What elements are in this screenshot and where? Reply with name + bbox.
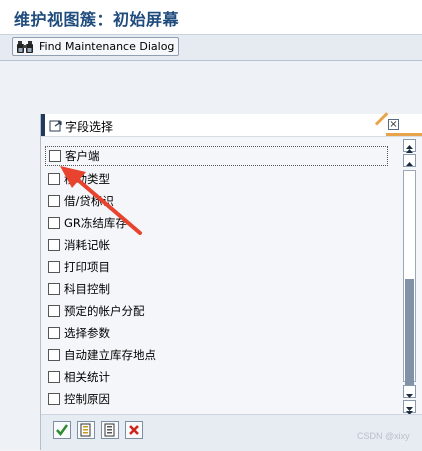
- scroll-up-icon[interactable]: [403, 154, 416, 167]
- list-item[interactable]: 客户端: [45, 146, 388, 166]
- list-item-label: 客户端: [65, 149, 100, 163]
- deselect-all-icon: [102, 423, 118, 442]
- list-item-label: 打印项目: [64, 260, 110, 274]
- list-item-label: 相关统计: [64, 370, 110, 384]
- scroll-track[interactable]: [403, 170, 416, 395]
- list-item[interactable]: GR冻结库存: [45, 212, 390, 234]
- list-item[interactable]: 控制原因: [45, 388, 390, 410]
- list-item-label: 科目控制: [64, 282, 110, 296]
- header-accent: [41, 114, 45, 136]
- list-item-label: 预定的帐户分配: [64, 304, 145, 318]
- checkbox[interactable]: [48, 393, 60, 405]
- list-item[interactable]: 预定的帐户分配: [45, 300, 390, 322]
- vertical-scrollbar[interactable]: [403, 154, 418, 415]
- scroll-page-down-icon[interactable]: [403, 400, 416, 415]
- scroll-thumb[interactable]: [405, 279, 414, 395]
- list-item[interactable]: 科目控制: [45, 278, 390, 300]
- header-accent-line: [386, 133, 422, 136]
- dialog-window-icon: [49, 118, 63, 132]
- checkbox[interactable]: [48, 261, 60, 273]
- list-item-label: 自动建立库存地点: [64, 348, 156, 362]
- find-maintenance-dialog-label: Find Maintenance Dialog: [39, 40, 175, 53]
- checkbox[interactable]: [48, 371, 60, 383]
- header-accent-diagonal: [374, 112, 389, 126]
- watermark: CSDN @xixy: [357, 431, 410, 441]
- confirm-icon: [54, 423, 70, 442]
- list-item-label: GR冻结库存: [64, 216, 127, 230]
- application-toolbar: Find Maintenance Dialog: [0, 35, 422, 61]
- list-item-label: 控制原因: [64, 392, 110, 406]
- list-item[interactable]: 借/贷标识: [45, 190, 390, 212]
- confirm-button[interactable]: [53, 421, 71, 439]
- list-item[interactable]: 相关统计: [45, 366, 390, 388]
- checkbox[interactable]: [48, 195, 60, 207]
- checkbox[interactable]: [49, 150, 61, 162]
- field-selection-dialog: 字段选择 × 客户端 移动类型 借/贷标识 GR冻结库存 消耗记帐 打印项目 科…: [40, 112, 422, 451]
- deselect-all-button[interactable]: [101, 421, 119, 439]
- list-item[interactable]: 移动类型: [45, 168, 390, 190]
- cancel-button[interactable]: [125, 421, 143, 439]
- checkbox[interactable]: [48, 349, 60, 361]
- cancel-icon: [126, 423, 142, 442]
- list-item-label: 移动类型: [64, 172, 110, 186]
- dialog-title: 字段选择: [65, 120, 114, 134]
- checkbox[interactable]: [48, 283, 60, 295]
- checkbox[interactable]: [48, 327, 60, 339]
- list-item[interactable]: 打印项目: [45, 256, 390, 278]
- binoculars-icon: [16, 40, 34, 54]
- checkbox[interactable]: [48, 217, 60, 229]
- close-icon[interactable]: ×: [388, 119, 399, 130]
- list-item-label: 选择参数: [64, 326, 110, 340]
- title-bar: 维护视图簇：初始屏幕: [0, 0, 422, 35]
- select-all-button[interactable]: [77, 421, 95, 439]
- dialog-header: 字段选择 ×: [41, 112, 422, 137]
- checkbox[interactable]: [48, 173, 60, 185]
- list-item-label: 借/贷标识: [64, 194, 114, 208]
- checkbox[interactable]: [48, 239, 60, 251]
- field-list: 客户端 移动类型 借/贷标识 GR冻结库存 消耗记帐 打印项目 科目控制 预定的…: [45, 142, 402, 412]
- list-item-label: 消耗记帐: [64, 238, 110, 252]
- checkbox[interactable]: [48, 305, 60, 317]
- page-title: 维护视图簇：初始屏幕: [14, 10, 180, 29]
- scroll-page-up-icon[interactable]: [403, 139, 416, 153]
- find-maintenance-dialog-button[interactable]: Find Maintenance Dialog: [12, 37, 179, 56]
- list-item[interactable]: 选择参数: [45, 322, 390, 344]
- list-item[interactable]: 自动建立库存地点: [45, 344, 390, 366]
- select-all-icon: [78, 423, 94, 442]
- scroll-down-icon[interactable]: [403, 385, 416, 398]
- list-item[interactable]: 消耗记帐: [45, 234, 390, 256]
